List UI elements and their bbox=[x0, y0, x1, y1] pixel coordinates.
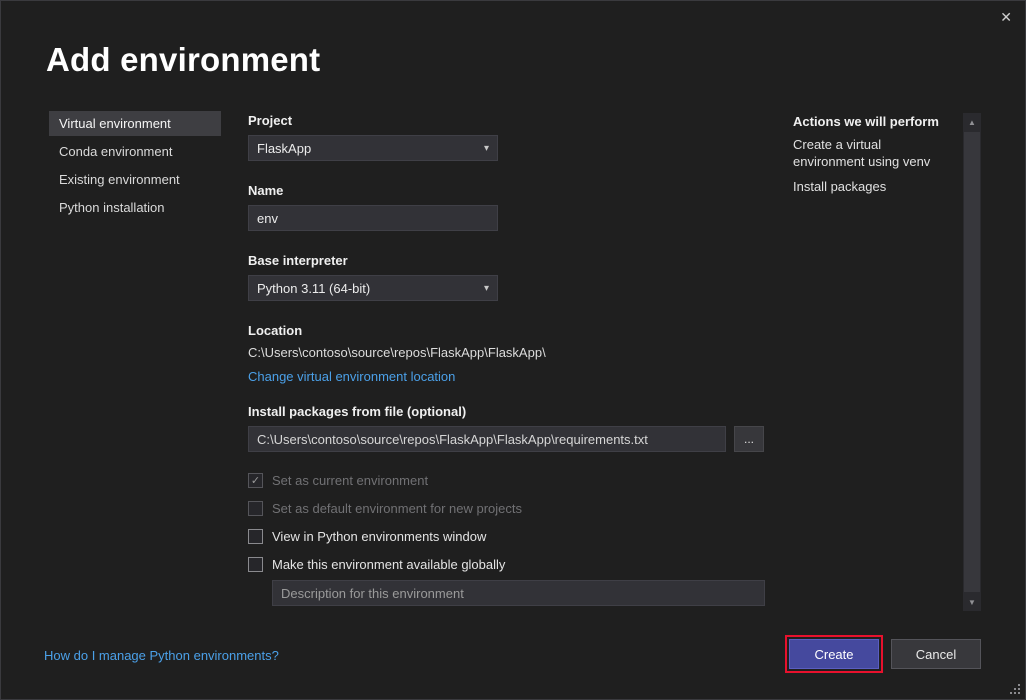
project-field-group: Project FlaskApp ▾ bbox=[248, 113, 765, 161]
name-field-group: Name bbox=[248, 183, 765, 231]
scroll-down-icon[interactable]: ▼ bbox=[963, 593, 981, 611]
name-label: Name bbox=[248, 183, 765, 198]
checkbox-available-globally[interactable] bbox=[248, 557, 263, 572]
scrollbar-thumb[interactable] bbox=[964, 132, 980, 592]
checkbox-row-set-default-environment: Set as default environment for new proje… bbox=[248, 496, 765, 520]
checkbox-set-default-environment[interactable] bbox=[248, 501, 263, 516]
scrollbar[interactable]: ▲ ▼ bbox=[963, 113, 981, 611]
name-input[interactable] bbox=[248, 205, 498, 231]
create-button-highlight: Create bbox=[785, 635, 883, 673]
install-packages-input[interactable] bbox=[248, 426, 726, 452]
dialog-title: Add environment bbox=[46, 41, 320, 79]
sidebar-item-python-installation[interactable]: Python installation bbox=[49, 195, 221, 220]
checkbox-label-set-current-environment: Set as current environment bbox=[272, 473, 428, 488]
checkbox-row-view-environments-window: View in Python environments window bbox=[248, 524, 765, 548]
description-input[interactable] bbox=[272, 580, 765, 606]
base-interpreter-dropdown[interactable]: Python 3.11 (64-bit) ▾ bbox=[248, 275, 498, 301]
chevron-down-icon: ▾ bbox=[484, 143, 489, 154]
sidebar-item-conda-environment[interactable]: Conda environment bbox=[49, 139, 221, 164]
chevron-down-icon: ▾ bbox=[484, 283, 489, 294]
base-interpreter-field-group: Base interpreter Python 3.11 (64-bit) ▾ bbox=[248, 253, 765, 301]
create-button[interactable]: Create bbox=[789, 639, 879, 669]
location-value: C:\Users\contoso\source\repos\FlaskApp\F… bbox=[248, 345, 765, 360]
sidebar-item-virtual-environment[interactable]: Virtual environment bbox=[49, 111, 221, 136]
checkbox-view-environments-window[interactable] bbox=[248, 529, 263, 544]
change-location-link[interactable]: Change virtual environment location bbox=[248, 369, 455, 384]
form-panel: Project FlaskApp ▾ Name Base interpreter… bbox=[248, 113, 765, 606]
action-item-create-venv: Create a virtual environment using venv bbox=[793, 137, 949, 171]
checkbox-label-set-default-environment: Set as default environment for new proje… bbox=[272, 501, 522, 516]
base-interpreter-dropdown-value: Python 3.11 (64-bit) bbox=[257, 281, 370, 296]
project-dropdown-value: FlaskApp bbox=[257, 141, 311, 156]
browse-button[interactable]: ... bbox=[734, 426, 764, 452]
project-label: Project bbox=[248, 113, 765, 128]
base-interpreter-label: Base interpreter bbox=[248, 253, 765, 268]
install-packages-row: ... bbox=[248, 426, 765, 452]
manage-environments-help-link[interactable]: How do I manage Python environments? bbox=[44, 648, 279, 663]
checkbox-set-current-environment[interactable]: ✓ bbox=[248, 473, 263, 488]
checkbox-label-available-globally: Make this environment available globally bbox=[272, 557, 505, 572]
sidebar: Virtual environment Conda environment Ex… bbox=[49, 111, 221, 223]
sidebar-item-existing-environment[interactable]: Existing environment bbox=[49, 167, 221, 192]
cancel-button[interactable]: Cancel bbox=[891, 639, 981, 669]
install-packages-field-group: Install packages from file (optional) ..… bbox=[248, 404, 765, 452]
add-environment-dialog: ✕ Add environment Virtual environment Co… bbox=[0, 0, 1026, 700]
location-label: Location bbox=[248, 323, 765, 338]
scroll-up-icon[interactable]: ▲ bbox=[963, 113, 981, 131]
close-icon[interactable]: ✕ bbox=[1000, 10, 1012, 24]
action-item-install-packages: Install packages bbox=[793, 179, 949, 196]
actions-panel: Actions we will perform Create a virtual… bbox=[793, 114, 949, 204]
checkbox-label-view-environments-window: View in Python environments window bbox=[272, 529, 486, 544]
actions-panel-title: Actions we will perform bbox=[793, 114, 949, 129]
resize-grip-icon[interactable] bbox=[1008, 682, 1022, 696]
checkmark-icon: ✓ bbox=[251, 474, 260, 487]
checkbox-row-available-globally: Make this environment available globally bbox=[248, 552, 765, 576]
install-packages-label: Install packages from file (optional) bbox=[248, 404, 765, 419]
description-field-group bbox=[272, 580, 765, 606]
location-field-group: Location C:\Users\contoso\source\repos\F… bbox=[248, 323, 765, 386]
project-dropdown[interactable]: FlaskApp ▾ bbox=[248, 135, 498, 161]
checkbox-row-set-current-environment: ✓ Set as current environment bbox=[248, 468, 765, 492]
